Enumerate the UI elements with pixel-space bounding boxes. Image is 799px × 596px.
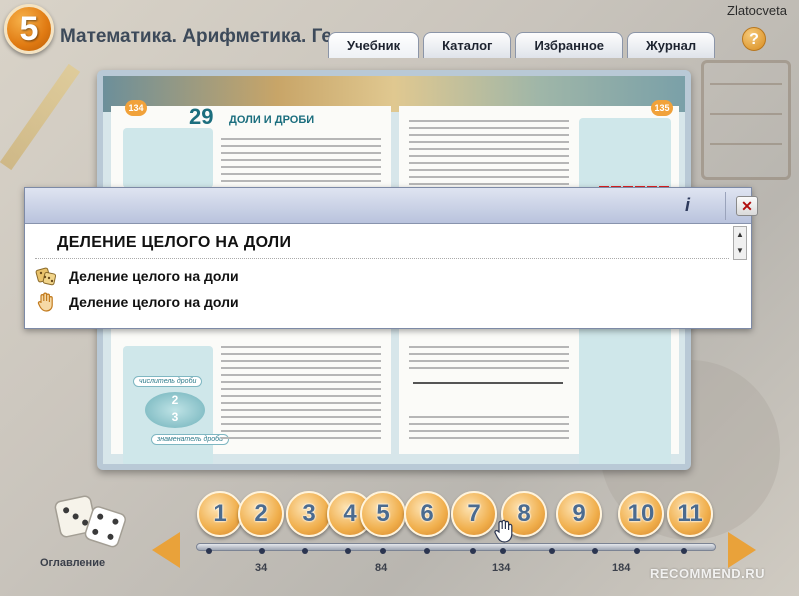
popup-item-label: Деление целого на доли	[69, 268, 239, 284]
pencil-decoration	[0, 63, 81, 171]
next-arrow-icon[interactable]	[728, 532, 756, 568]
dice-icon	[35, 267, 57, 286]
left-page-number: 134	[125, 100, 147, 116]
learn-box	[123, 128, 213, 188]
chapter-button-9[interactable]: 9	[556, 491, 602, 537]
chapter-button-7[interactable]: 7	[451, 491, 497, 537]
slider-tick	[470, 548, 476, 554]
app-title: Математика. Арифметика. Геометрия	[60, 26, 330, 47]
popup-body: ДЕЛЕНИЕ ЦЕЛОГО НА ДОЛИ Деление целого на…	[25, 224, 751, 328]
denominator-tag: знаменатель дроби	[151, 434, 229, 445]
chapter-button-1[interactable]: 1	[197, 491, 243, 537]
titlebar-divider	[725, 192, 726, 220]
slider-tick	[380, 548, 386, 554]
page-mark-label: 84	[375, 562, 388, 574]
hand-icon	[37, 292, 53, 312]
page-mark-label: 34	[255, 562, 268, 574]
scroll-up-arrow-icon[interactable]: ▲	[734, 227, 746, 243]
right-page-number: 135	[651, 100, 673, 116]
slider-tick	[500, 548, 506, 554]
scroll-down-arrow-icon[interactable]: ▼	[734, 243, 746, 259]
slider-tick	[206, 548, 212, 554]
fraction-numerator: 2	[171, 393, 179, 407]
slider-tick	[302, 548, 308, 554]
slider-tick	[681, 548, 687, 554]
tab-favorites[interactable]: Избранное	[515, 32, 624, 58]
chapter-button-3[interactable]: 3	[286, 491, 332, 537]
popup-item-dice[interactable]: Деление целого на доли	[35, 264, 239, 288]
tab-journal[interactable]: Журнал	[627, 32, 716, 58]
chapter-button-6[interactable]: 6	[404, 491, 450, 537]
chapter-button-11[interactable]: 11	[667, 491, 713, 537]
tab-textbook[interactable]: Учебник	[328, 32, 420, 58]
popup-heading: ДЕЛЕНИЕ ЦЕЛОГО НА ДОЛИ	[57, 234, 292, 251]
page-text-lower	[221, 346, 381, 444]
user-name: Zlatocveta	[727, 3, 787, 18]
abacus-decoration	[701, 60, 791, 180]
right-page-text-bottom	[409, 416, 569, 444]
contents-label[interactable]: Оглавление	[40, 557, 105, 569]
hand-cursor-icon	[494, 519, 513, 543]
popup-titlebar: i ✕	[25, 188, 758, 224]
page-text	[221, 138, 381, 194]
fraction-denominator: 3	[171, 410, 179, 424]
prev-arrow-icon[interactable]	[152, 532, 180, 568]
popup-scrollbar[interactable]: ▲ ▼	[733, 226, 747, 260]
dice-contents-icon[interactable]	[50, 488, 130, 552]
right-page-text	[409, 120, 569, 190]
slider-tick	[592, 548, 598, 554]
page-mark-label: 184	[612, 562, 631, 574]
page-mark-label: 134	[492, 562, 511, 574]
chapter-button-5[interactable]: 5	[360, 491, 406, 537]
chapter-number: 29	[189, 104, 214, 129]
slider-tick	[259, 548, 265, 554]
slider-tick	[424, 548, 430, 554]
help-button[interactable]: ?	[742, 27, 766, 51]
tab-catalog[interactable]: Каталог	[423, 32, 512, 58]
slider-tick	[634, 548, 640, 554]
popup-item-hand[interactable]: Деление целого на доли	[35, 290, 239, 314]
fraction-figure: 2 3	[145, 392, 205, 428]
chapter-button-2[interactable]: 2	[238, 491, 284, 537]
close-button[interactable]: ✕	[736, 196, 758, 216]
grade-logo: 5	[4, 4, 54, 54]
numerator-tag: числитель дроби	[133, 376, 203, 387]
chapter-title: ДОЛИ И ДРОБИ	[229, 114, 315, 126]
slider-tick	[549, 548, 555, 554]
slider-tick	[345, 548, 351, 554]
topic-popup: i ✕ ДЕЛЕНИЕ ЦЕЛОГО НА ДОЛИ Деление целог…	[24, 187, 758, 329]
number-line	[413, 382, 563, 384]
right-page-text-lower	[409, 346, 569, 374]
main-tabs: Учебник Каталог Избранное Журнал	[328, 32, 716, 58]
popup-item-label: Деление целого на доли	[69, 294, 239, 310]
popup-separator	[35, 258, 729, 259]
chapter-button-10[interactable]: 10	[618, 491, 664, 537]
info-icon[interactable]: i	[685, 195, 690, 216]
watermark: RECOMMEND.RU	[650, 566, 766, 581]
